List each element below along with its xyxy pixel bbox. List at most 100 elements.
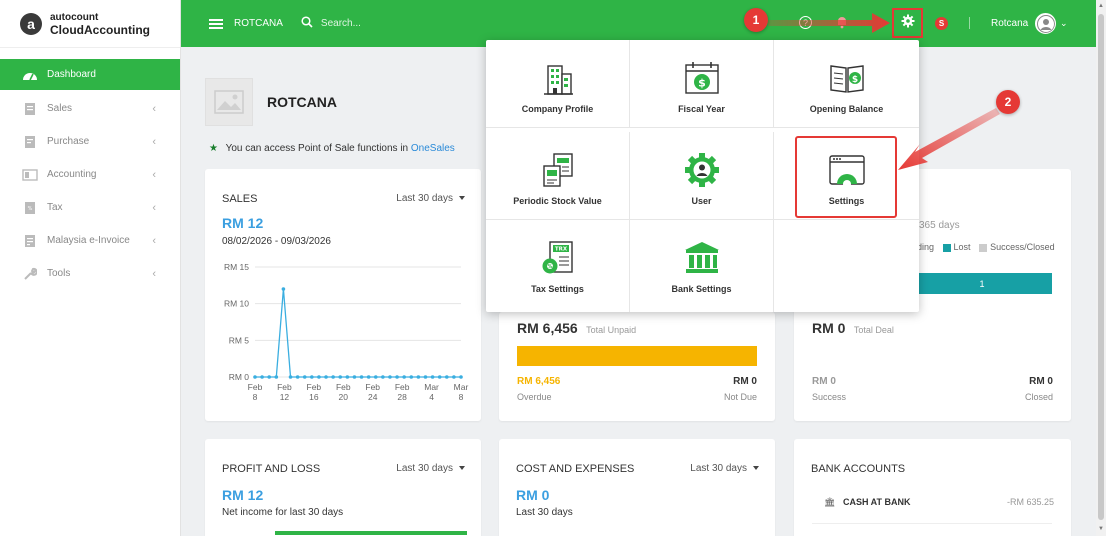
sidebar-item-tax[interactable]: % Tax ‹ [0, 191, 180, 224]
cost-expenses-card: COST AND EXPENSES Last 30 days RM 0 Last… [499, 439, 775, 536]
tile-label: Tax Settings [531, 284, 584, 294]
x-tick-label-month: Mar [424, 382, 439, 392]
search-icon[interactable] [301, 15, 313, 33]
sidebar-item-accounting[interactable]: Accounting ‹ [0, 158, 180, 191]
x-tick-label-month: Feb [248, 382, 263, 392]
bank-account-row[interactable]: 🏛 CASH AT BANK -RM 635.25 [824, 497, 1054, 508]
closed-value: RM 0 [1029, 376, 1053, 387]
sidebar-nav: Dashboard Sales ‹ Purchase ‹ Accounting … [0, 59, 180, 290]
stock-value-icon [540, 150, 576, 190]
sales-data-point [366, 375, 371, 379]
deal-value: RM 0 [812, 320, 846, 336]
sales-data-point [373, 375, 378, 379]
x-tick-label-month: Feb [365, 382, 380, 392]
legend-success: Success/Closed [990, 242, 1055, 252]
fiscal-year-icon: $ [684, 58, 720, 98]
s-badge-icon[interactable]: S [935, 17, 948, 30]
purchase-icon [22, 135, 38, 149]
sales-data-point [345, 375, 350, 379]
avatar[interactable] [1035, 13, 1056, 34]
tile-opening-balance[interactable]: $ Opening Balance [774, 40, 919, 128]
tile-fiscal-year[interactable]: $ Fiscal Year [630, 40, 774, 128]
company-switcher[interactable]: ROTCANA [234, 18, 283, 29]
sales-card: SALES Last 30 days RM 12 08/02/2026 - 09… [205, 169, 481, 421]
tile-company-profile[interactable]: Company Profile [486, 40, 630, 128]
sidebar-item-label: Purchase [47, 136, 90, 147]
sidebar-item-dashboard[interactable]: Dashboard [0, 59, 180, 90]
y-tick-label: RM 0 [229, 372, 250, 382]
bank-settings-icon [684, 238, 720, 278]
sidebar: a autocount CloudAccounting Dashboard Sa… [0, 0, 181, 536]
pl-bar [275, 531, 467, 535]
svg-text:TRX: TRX [554, 247, 567, 253]
unpaid-value: RM 6,456 [517, 320, 578, 336]
unpaid-value-row: RM 6,456 Total Unpaid [517, 320, 636, 338]
cost-period-dropdown[interactable]: Last 30 days [690, 463, 759, 474]
tile-bank-settings[interactable]: Bank Settings [630, 220, 774, 312]
deal-status-bar: 1 [912, 273, 1052, 294]
bank-title: BANK ACCOUNTS [811, 463, 906, 475]
sidebar-item-tools[interactable]: Tools ‹ [0, 257, 180, 290]
sales-data-point [352, 375, 357, 379]
pos-notice-text: You can access Point of Sale functions i… [225, 143, 409, 154]
unpaid-label: Total Unpaid [586, 325, 637, 335]
help-icon[interactable]: ? [799, 16, 812, 29]
scroll-down-icon[interactable]: ▼ [1098, 526, 1104, 532]
tile-label: Periodic Stock Value [513, 196, 602, 206]
period-label: Last 30 days [396, 463, 453, 474]
overdue-label: Overdue [517, 392, 552, 402]
svg-text:$: $ [851, 75, 857, 85]
sidebar-item-purchase[interactable]: Purchase ‹ [0, 125, 180, 158]
sales-data-point [409, 375, 414, 379]
username[interactable]: Rotcana [991, 18, 1028, 29]
y-tick-label: RM 10 [224, 299, 249, 309]
scroll-up-icon[interactable]: ▲ [1098, 3, 1104, 9]
tile-user[interactable]: User [630, 132, 774, 220]
search-input[interactable] [320, 18, 441, 29]
sales-data-point [452, 375, 456, 379]
legend-lost: Lost [953, 242, 971, 252]
sales-series-line [255, 288, 461, 378]
topbar-divider [969, 17, 970, 29]
scrollbar-thumb[interactable] [1098, 14, 1104, 520]
page-title: ROTCANA [267, 94, 337, 110]
x-tick-label-month: Feb [277, 382, 292, 392]
period-label: Last 30 days [690, 463, 747, 474]
page-scrollbar[interactable]: ▲ ▼ [1096, 0, 1106, 536]
sales-data-point [430, 375, 435, 379]
deal-label: Total Deal [853, 325, 894, 335]
bank-icon: 🏛 [824, 497, 836, 507]
closed-label: Closed [1024, 392, 1053, 402]
deal-value-row: RM 0 Total Deal [812, 320, 894, 338]
user-icon [684, 150, 720, 190]
pl-period-dropdown[interactable]: Last 30 days [396, 463, 465, 474]
sidebar-item-label: Accounting [47, 169, 97, 180]
bank-accounts-card: BANK ACCOUNTS 🏛 CASH AT BANK -RM 635.25 [794, 439, 1071, 536]
legend-success-swatch [979, 243, 988, 252]
tools-icon [22, 267, 38, 281]
tile-periodic-stock-value[interactable]: Periodic Stock Value [486, 132, 630, 220]
sidebar-item-sales[interactable]: Sales ‹ [0, 92, 180, 125]
sales-data-point [444, 375, 449, 379]
app-logo[interactable]: a autocount CloudAccounting [0, 0, 180, 48]
company-header: ROTCANA [205, 78, 337, 126]
logo-bottom-text: CloudAccounting [50, 22, 150, 37]
sales-data-point [324, 375, 328, 379]
sales-data-point [310, 375, 314, 379]
pos-notice: ★ You can access Point of Sale functions… [209, 143, 455, 154]
chevron-down-icon[interactable]: ⌄ [1060, 18, 1068, 29]
bank-divider [812, 523, 1052, 524]
tile-tax-settings[interactable]: TRX% Tax Settings [486, 220, 630, 312]
sidebar-item-einvoice[interactable]: Malaysia e-Invoice ‹ [0, 224, 180, 257]
company-logo-placeholder-icon[interactable] [205, 78, 253, 126]
sales-data-point [281, 287, 286, 291]
pl-value: RM 12 [222, 487, 264, 503]
caret-down-icon [753, 466, 759, 471]
hamburger-menu-icon[interactable] [209, 18, 223, 29]
bell-icon[interactable] [836, 15, 848, 34]
x-tick-label-month: Feb [395, 382, 410, 392]
onesales-link[interactable]: OneSales [411, 143, 455, 154]
sales-data-point [416, 375, 421, 379]
settings-gear-button[interactable] [892, 8, 923, 38]
sidebar-item-label: Malaysia e-Invoice [47, 235, 130, 246]
